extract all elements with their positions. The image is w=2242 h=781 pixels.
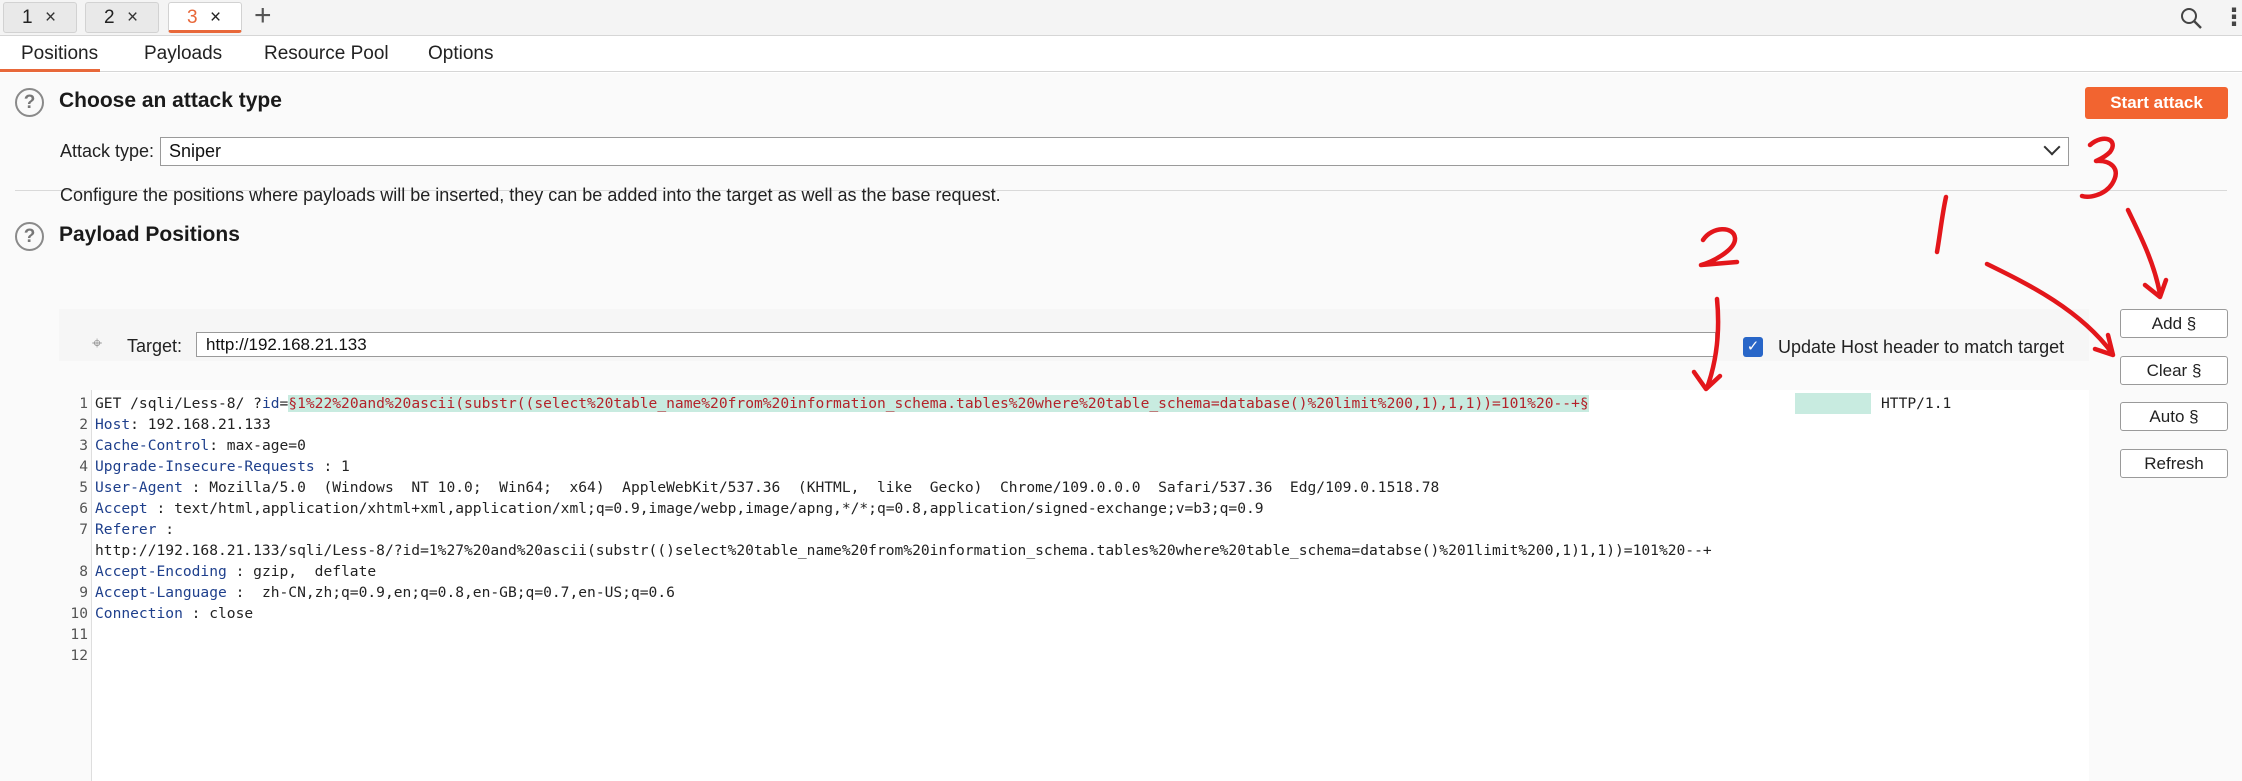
target-crosshair-icon: ⌖ xyxy=(92,333,103,353)
tab-payloads[interactable]: Payloads xyxy=(144,37,222,72)
tab-label: 1 xyxy=(22,7,33,28)
line-number: 6 xyxy=(79,500,88,517)
kebab-menu-icon[interactable]: ⋮ xyxy=(2222,4,2242,32)
header-value: : max-age=0 xyxy=(209,437,306,454)
help-icon[interactable]: ? xyxy=(15,222,44,251)
tab-3[interactable]: 3 × xyxy=(168,2,242,33)
header-line[interactable]: Upgrade-Insecure-Requests : 1 xyxy=(95,456,350,477)
attack-type-title: Choose an attack type xyxy=(59,89,282,112)
line-number: 5 xyxy=(79,479,88,496)
header-name: Referer xyxy=(95,521,157,538)
attack-type-select[interactable]: Sniper xyxy=(160,137,2069,166)
header-name: User-Agent xyxy=(95,479,183,496)
line-number: 1 xyxy=(79,395,88,412)
line-number: 9 xyxy=(79,584,88,601)
tab-positions[interactable]: Positions xyxy=(0,37,100,72)
update-host-checkbox[interactable]: ✓ xyxy=(1743,337,1763,357)
header-line[interactable]: Connection : close xyxy=(95,603,253,624)
header-value: : 192.168.21.133 xyxy=(130,416,271,433)
line-number: 12 xyxy=(70,647,88,664)
close-icon[interactable]: × xyxy=(45,3,56,32)
tab-options[interactable]: Options xyxy=(428,37,493,72)
add-marker-button[interactable]: Add § xyxy=(2120,309,2228,338)
param-name: id xyxy=(261,395,280,412)
tab-label: 3 xyxy=(187,7,198,28)
checkmark-icon: ✓ xyxy=(1746,338,1760,355)
payload-marker-text: §1%22%20and%20ascii(substr((select%20tab… xyxy=(288,395,1589,412)
header-value: http://192.168.21.133/sqli/Less-8/?id=1%… xyxy=(95,542,1712,559)
header-value: : close xyxy=(182,605,254,622)
target-label: Target: xyxy=(127,336,183,356)
header-line[interactable]: Accept-Encoding : gzip, deflate xyxy=(95,561,376,582)
tab-2[interactable]: 2 × xyxy=(85,2,159,33)
start-attack-button[interactable]: Start attack xyxy=(2085,87,2228,119)
close-icon[interactable]: × xyxy=(210,3,221,32)
header-name: Accept-Encoding xyxy=(95,563,227,580)
line-number: 3 xyxy=(79,437,88,454)
header-name: Cache-Control xyxy=(95,437,210,454)
search-icon[interactable] xyxy=(2179,6,2203,30)
tab-1[interactable]: 1 × xyxy=(3,2,77,33)
http-version: HTTP/1.1 xyxy=(1881,395,1952,412)
header-line[interactable]: Host: 192.168.21.133 xyxy=(95,414,271,435)
clear-marker-button[interactable]: Clear § xyxy=(2120,356,2228,385)
line-number: 7 xyxy=(79,521,88,538)
refresh-button[interactable]: Refresh xyxy=(2120,449,2228,478)
header-value: : text/html,application/xhtml+xml,applic… xyxy=(147,500,1264,517)
header-line[interactable]: Accept-Language : zh-CN,zh;q=0.9,en;q=0.… xyxy=(95,582,675,603)
header-value: : zh-CN,zh;q=0.9,en;q=0.8,en-GB;q=0.7,en… xyxy=(226,584,675,601)
target-input[interactable]: http://192.168.21.133 xyxy=(196,332,1716,357)
header-line[interactable]: Accept : text/html,application/xhtml+xml… xyxy=(95,498,1264,519)
tab-resource-pool[interactable]: Resource Pool xyxy=(264,37,389,72)
attack-type-value: Sniper xyxy=(169,141,222,161)
header-name: Host xyxy=(95,416,131,433)
header-name: Accept-Language xyxy=(95,584,227,601)
payload-highlight xyxy=(1795,393,1871,414)
line-number: 4 xyxy=(79,458,88,475)
update-host-label: Update Host header to match target xyxy=(1778,337,2065,357)
line-number: 2 xyxy=(79,416,88,433)
header-name: Upgrade-Insecure-Requests xyxy=(95,458,315,475)
auto-marker-button[interactable]: Auto § xyxy=(2120,402,2228,431)
header-value: : xyxy=(156,521,175,538)
header-line[interactable]: http://192.168.21.133/sqli/Less-8/?id=1%… xyxy=(95,540,1712,561)
intruder-sub-tabs: Positions Payloads Resource Pool Options xyxy=(0,37,2242,72)
line-number: 10 xyxy=(70,605,88,622)
payload-positions-title: Payload Positions xyxy=(59,223,240,246)
payload-positions-description: Configure the positions where payloads w… xyxy=(60,185,1001,205)
plus-icon[interactable]: + xyxy=(254,0,272,32)
request-line[interactable]: GET /sqli/Less-8/ ?id=§1%22%20and%20asci… xyxy=(95,393,1589,414)
line-number: 8 xyxy=(79,563,88,580)
line-number: 11 xyxy=(70,626,88,643)
header-line[interactable]: User-Agent : Mozilla/5.0 (Windows NT 10.… xyxy=(95,477,1439,498)
request-line-prefix: GET /sqli/Less-8/ ? xyxy=(95,395,262,412)
param-eq: = xyxy=(279,395,289,412)
request-tab-strip: 1 × 2 × 3 × + ⋮ xyxy=(0,0,2242,36)
attack-type-label: Attack type: xyxy=(60,141,155,161)
header-value: : gzip, deflate xyxy=(226,563,377,580)
close-icon[interactable]: × xyxy=(127,3,138,32)
header-line[interactable]: Referer : xyxy=(95,519,174,540)
header-name: Accept xyxy=(95,500,148,517)
header-value: : 1 xyxy=(314,458,350,475)
chevron-down-icon xyxy=(2043,138,2061,156)
help-icon[interactable]: ? xyxy=(15,88,44,117)
header-name: Connection xyxy=(95,605,183,622)
header-value: : Mozilla/5.0 (Windows NT 10.0; Win64; x… xyxy=(182,479,1440,496)
tab-label: 2 xyxy=(104,7,115,28)
header-line[interactable]: Cache-Control: max-age=0 xyxy=(95,435,306,456)
